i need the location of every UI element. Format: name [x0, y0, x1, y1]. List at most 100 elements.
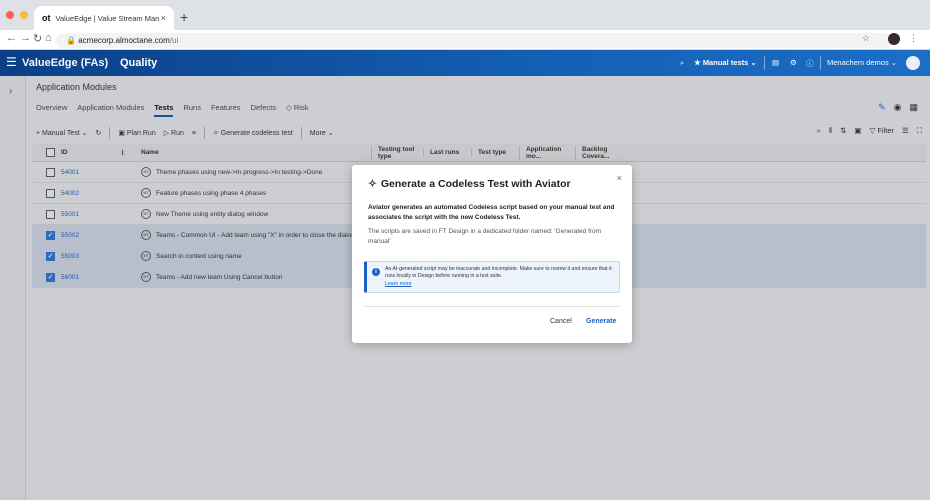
dialog-title-text: Generate a Codeless Test with Aviator — [380, 178, 571, 190]
attachment-icon: ⌇ — [121, 149, 125, 157]
search-icon[interactable]: ⌕ — [680, 58, 684, 68]
row-checkbox[interactable]: ✓ — [46, 230, 55, 240]
group-icon[interactable]: ▣ — [854, 126, 861, 136]
generate-codeless-test-button[interactable]: ✧ Generate codeless test — [213, 129, 293, 137]
grid-toolbar: + Manual Test ⌄ ↻ ▣ Plan Run ▷ Run ≡ ✧ G… — [36, 124, 922, 142]
disclaimer-text: An AI-generated script may be inaccurate… — [385, 266, 612, 287]
tab-overview[interactable]: Overview — [36, 103, 67, 117]
tab-runs[interactable]: Runs — [183, 103, 201, 117]
tab-defects[interactable]: Defects — [251, 103, 276, 117]
row-id-link[interactable]: 54001 — [61, 169, 121, 176]
column-name[interactable]: Name — [141, 149, 371, 156]
refresh-icon[interactable]: ↻ — [95, 129, 101, 137]
learn-more-link[interactable]: Learn more — [385, 281, 412, 287]
new-tab-button[interactable]: + — [180, 9, 188, 25]
breadcrumb: Application Modules — [36, 82, 117, 92]
row-id-link[interactable]: 55002 — [61, 232, 121, 239]
column-last-runs[interactable]: Last runs — [423, 149, 471, 156]
more-dropdown[interactable]: More ⌄ — [310, 129, 334, 137]
dialog-divider — [364, 306, 620, 307]
grid-toolbar-right: ⌕ ⦀ ⇅ ▣ ▽ Filter ☰ ⛶ — [817, 126, 922, 136]
dialog-folder-info: The scripts are saved in FT Design in a … — [368, 228, 602, 245]
add-manual-test-button[interactable]: + Manual Test ⌄ — [36, 129, 87, 137]
notifications-icon[interactable]: ▤ — [772, 58, 779, 67]
url-host: acmecorp.almoctane.com — [78, 36, 170, 45]
manual-test-icon: MT — [141, 167, 151, 177]
run-options-icon[interactable]: ≡ — [192, 130, 196, 137]
generate-button[interactable]: Generate — [586, 318, 616, 325]
column-id[interactable]: ID — [61, 149, 121, 156]
row-checkbox[interactable] — [46, 209, 55, 219]
risk-icon: ◇ — [286, 103, 292, 112]
divider — [300, 127, 302, 139]
row-checkbox[interactable]: ✓ — [46, 251, 55, 261]
url-path: /ui — [169, 36, 179, 45]
forward-icon[interactable]: → — [20, 32, 31, 44]
close-window-dot[interactable] — [6, 11, 14, 19]
back-icon[interactable]: ← — [6, 32, 17, 44]
user-avatar[interactable] — [906, 56, 920, 70]
help-icon[interactable]: ⓘ — [806, 58, 814, 69]
row-checkbox[interactable] — [46, 167, 55, 177]
manual-test-icon: MT — [141, 251, 151, 261]
tab-risk[interactable]: ◇ Risk — [286, 103, 308, 117]
browser-tab[interactable]: ot ValueEdge | Value Stream Man × — [34, 6, 174, 30]
divider — [109, 127, 111, 139]
minimize-window-dot[interactable] — [20, 11, 28, 19]
lock-icon: 🔒 — [66, 36, 76, 45]
eye-icon[interactable]: ◉ — [894, 102, 902, 113]
user-menu[interactable]: Menachem demos ⌄ — [827, 58, 897, 67]
grid-header: ID ⌇ Name Testing tool type Last runs Te… — [32, 144, 926, 162]
sort-icon[interactable]: ⇅ — [840, 126, 846, 136]
fullscreen-icon[interactable]: ⛶ — [917, 126, 922, 136]
manual-test-icon: MT — [141, 209, 151, 219]
columns-icon[interactable]: ⦀ — [829, 126, 832, 136]
tab-application-modules[interactable]: Application Modules — [77, 103, 144, 117]
chevron-right-icon: › — [9, 86, 13, 97]
notes-icon[interactable]: ✎ — [878, 102, 886, 113]
dialog-title: ✧ Generate a Codeless Test with Aviator — [368, 178, 571, 190]
row-checkbox[interactable] — [46, 188, 55, 198]
column-application-modules[interactable]: Application mo... — [519, 145, 575, 160]
reload-icon[interactable]: ↻ — [33, 32, 42, 45]
tab-favicon: ot — [42, 13, 51, 23]
tab-tests[interactable]: Tests — [154, 103, 174, 117]
profile-avatar[interactable] — [888, 33, 900, 45]
row-id-link[interactable]: 56001 — [61, 274, 121, 281]
select-all-checkbox[interactable] — [46, 148, 55, 157]
column-testing-tool-type[interactable]: Testing tool type — [371, 145, 423, 160]
column-backlog-coverage[interactable]: Backlog Covera... — [575, 145, 635, 160]
tab-actions: ✎ ◉ ▦ — [878, 102, 918, 113]
hamburger-menu-icon[interactable]: ☰ — [6, 55, 17, 69]
manual-tests-dropdown[interactable]: ★ Manual tests ⌄ — [694, 58, 757, 67]
browser-tabstrip: ot ValueEdge | Value Stream Man × + — [0, 0, 930, 30]
bookmark-star-icon[interactable]: ☆ — [862, 33, 870, 44]
generate-codeless-test-dialog: × ✧ Generate a Codeless Test with Aviato… — [352, 165, 632, 343]
run-button[interactable]: ▷ Run — [164, 129, 184, 137]
view-options-icon[interactable]: ☰ — [902, 126, 909, 136]
url-field[interactable]: 🔒 acmecorp.almoctane.com/ui — [56, 33, 892, 48]
divider — [764, 56, 765, 70]
layout-icon[interactable]: ▦ — [909, 102, 918, 113]
settings-gear-icon[interactable]: ⚙ — [790, 58, 797, 67]
manual-test-icon: MT — [141, 230, 151, 240]
info-icon: i — [372, 268, 380, 276]
side-panel-toggle[interactable]: › — [0, 76, 26, 500]
row-id-link[interactable]: 55001 — [61, 211, 121, 218]
cancel-button[interactable]: Cancel — [550, 318, 572, 325]
row-id-link[interactable]: 55003 — [61, 253, 121, 260]
address-bar-row: ← → ↻ ⌂ 🔒 acmecorp.almoctane.com/ui ☆ ⋮ — [0, 30, 930, 50]
row-id-link[interactable]: 54002 — [61, 190, 121, 197]
app-section[interactable]: Quality — [120, 57, 157, 69]
search-icon[interactable]: ⌕ — [817, 126, 821, 136]
browser-menu-icon[interactable]: ⋮ — [909, 33, 918, 44]
row-checkbox[interactable]: ✓ — [46, 272, 55, 282]
close-tab-icon[interactable]: × — [161, 13, 166, 23]
filter-button[interactable]: ▽ Filter — [869, 126, 894, 136]
column-test-type[interactable]: Test type — [471, 149, 519, 156]
close-icon[interactable]: × — [617, 173, 622, 183]
home-icon[interactable]: ⌂ — [45, 32, 52, 44]
plan-run-button[interactable]: ▣ Plan Run — [118, 129, 155, 137]
aviator-sparkle-icon: ✧ — [368, 178, 377, 190]
tab-features[interactable]: Features — [211, 103, 241, 117]
